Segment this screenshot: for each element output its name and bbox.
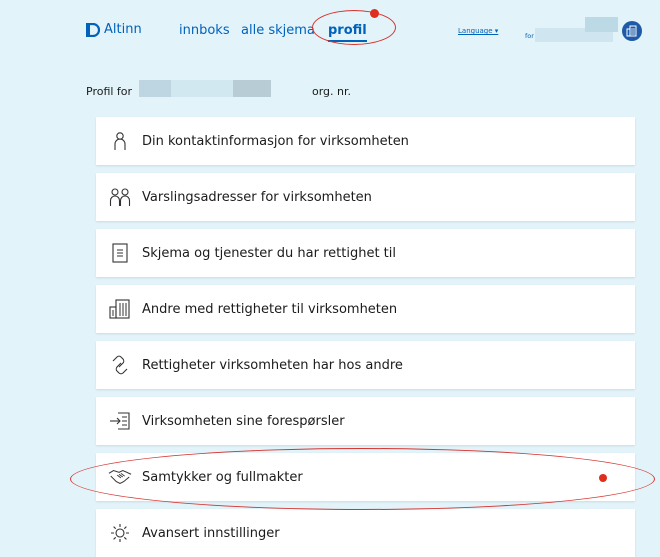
menu-item-label: Rettigheter virksomheten har hos andre xyxy=(142,357,403,373)
nav-innboks[interactable]: innboks xyxy=(179,23,230,38)
request-icon xyxy=(108,409,132,433)
language-selector[interactable]: Language ▾ xyxy=(458,27,498,35)
menu-item-label: Varslingsadresser for virksomheten xyxy=(142,189,372,205)
menu-item-rettigheter-hos-andre[interactable]: Rettigheter virksomheten har hos andre xyxy=(96,341,635,389)
menu-item-label: Din kontaktinformasjon for virksomheten xyxy=(142,133,409,149)
building-icon xyxy=(108,297,132,321)
nav-alle-skjema[interactable]: alle skjema xyxy=(241,23,315,38)
for-label: for xyxy=(525,32,534,40)
redacted-org-name xyxy=(171,80,233,97)
profile-prefix: Profil for xyxy=(86,85,133,98)
menu-item-label: Virksomheten sine forespørsler xyxy=(142,413,345,429)
menu-item-foresporsler[interactable]: Virksomheten sine forespørsler xyxy=(96,397,635,445)
altinn-logo[interactable]: Altinn xyxy=(86,22,142,37)
menu-item-andre-med-rettigheter[interactable]: Andre med rettigheter til virksomheten xyxy=(96,285,635,333)
altinn-logo-icon xyxy=(86,22,100,37)
menu-item-label: Andre med rettigheter til virksomheten xyxy=(142,301,398,317)
profile-heading: Profil for org. nr. xyxy=(86,85,351,98)
menu-item-varslingsadresser[interactable]: Varslingsadresser for virksomheten xyxy=(96,173,635,221)
altinn-logo-text: Altinn xyxy=(104,22,142,37)
menu-item-kontaktinformasjon[interactable]: Din kontaktinformasjon for virksomheten xyxy=(96,117,635,165)
person-icon xyxy=(108,129,132,153)
account-avatar[interactable] xyxy=(622,21,642,41)
annotation-ring-samtykker xyxy=(70,448,655,510)
menu-item-label: Skjema og tjenester du har rettighet til xyxy=(142,245,396,261)
building-avatar-icon xyxy=(626,25,637,37)
redacted-account-name-top xyxy=(585,17,618,32)
document-icon xyxy=(108,241,132,265)
people-icon xyxy=(108,185,132,209)
gear-icon xyxy=(108,521,132,545)
annotation-ring-profil xyxy=(312,10,396,45)
redacted-org-name xyxy=(233,80,271,97)
profile-org-suffix: org. nr. xyxy=(312,85,352,98)
menu-item-label: Avansert innstillinger xyxy=(142,525,280,541)
menu-item-skjema-og-tjenester[interactable]: Skjema og tjenester du har rettighet til xyxy=(96,229,635,277)
redacted-org-name xyxy=(139,80,171,97)
menu-item-avansert-innstillinger[interactable]: Avansert innstillinger xyxy=(96,509,635,557)
top-header: Altinn innboks alle skjema profil Langua… xyxy=(0,0,660,60)
link-icon xyxy=(108,353,132,377)
